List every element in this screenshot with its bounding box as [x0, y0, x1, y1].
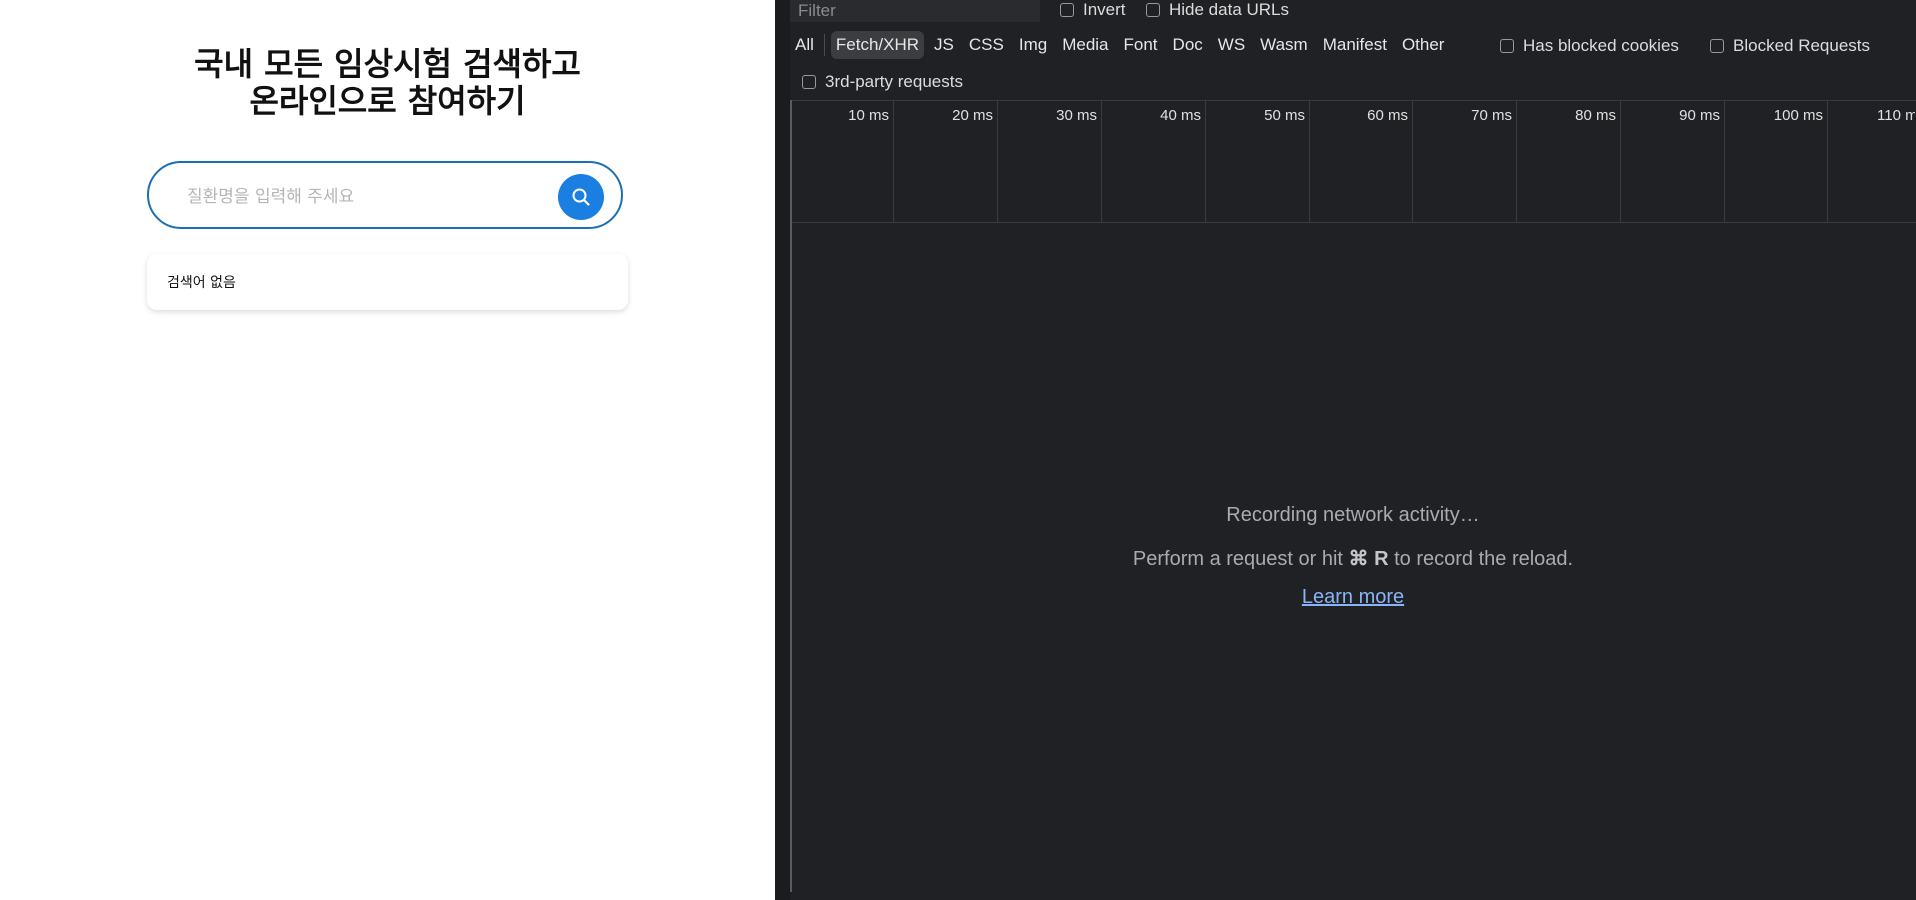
- type-img[interactable]: Img: [1014, 31, 1052, 59]
- timeline-tick-label: 70 ms: [1471, 107, 1512, 124]
- type-separator: [823, 34, 825, 56]
- page-title: 국내 모든 임상시험 검색하고 온라인으로 참여하기: [0, 46, 775, 120]
- type-doc[interactable]: Doc: [1168, 31, 1208, 59]
- timeline-tick: 110 ms: [1827, 101, 1915, 222]
- timeline-tick: 100 ms: [1724, 101, 1828, 222]
- reload-hint-prefix: Perform a request or hit: [1132, 548, 1349, 570]
- timeline-tick: 70 ms: [1412, 101, 1517, 222]
- resource-type-filter-bar: All Fetch/XHR JS CSS Img Media Font Doc …: [790, 31, 1454, 59]
- timeline-tick: 60 ms: [1309, 101, 1413, 222]
- timeline-tick: 10 ms: [790, 101, 894, 222]
- blocked-requests-checkbox[interactable]: Blocked Requests: [1710, 36, 1870, 56]
- timeline-tick: 80 ms: [1516, 101, 1621, 222]
- checkbox-box: [1060, 3, 1074, 17]
- pane-divider[interactable]: [775, 0, 790, 900]
- timeline-tick-label: 60 ms: [1367, 107, 1408, 124]
- type-all[interactable]: All: [790, 31, 819, 59]
- search-box: [147, 161, 623, 229]
- timeline-tick: 40 ms: [1101, 101, 1206, 222]
- page-title-line-2: 온라인으로 참여하기: [249, 82, 526, 120]
- search-input[interactable]: [185, 181, 529, 213]
- timeline-tick-label: 50 ms: [1264, 107, 1305, 124]
- checkbox-box: [802, 75, 816, 89]
- timeline-tick-label: 20 ms: [952, 107, 993, 124]
- type-other[interactable]: Other: [1397, 31, 1450, 59]
- timeline-tick: 20 ms: [893, 101, 998, 222]
- checkbox-box: [1710, 39, 1724, 53]
- has-blocked-cookies-label: Has blocked cookies: [1523, 36, 1679, 55]
- type-fetch-xhr[interactable]: Fetch/XHR: [830, 31, 925, 59]
- timeline-tick-label: 100 ms: [1773, 107, 1823, 124]
- learn-more-link[interactable]: Learn more: [790, 586, 1916, 609]
- filter-input[interactable]: [790, 0, 1040, 22]
- type-js[interactable]: JS: [929, 31, 959, 59]
- invert-checkbox[interactable]: Invert: [1060, 0, 1126, 20]
- timeline-tick-label: 10 ms: [848, 107, 889, 124]
- timeline-tick-label: 40 ms: [1160, 107, 1201, 124]
- reload-shortcut: ⌘ R: [1348, 548, 1389, 570]
- recording-message: Recording network activity…: [1226, 504, 1480, 526]
- hide-data-urls-checkbox[interactable]: Hide data URLs: [1146, 0, 1289, 20]
- network-timeline-overview[interactable]: 10 ms 20 ms 30 ms 40 ms 50 ms 60 ms 70 m…: [790, 100, 1916, 223]
- type-wasm[interactable]: Wasm: [1255, 31, 1313, 59]
- type-manifest[interactable]: Manifest: [1318, 31, 1392, 59]
- type-ws[interactable]: WS: [1213, 31, 1250, 59]
- timeline-tick: 50 ms: [1205, 101, 1310, 222]
- reload-hint-suffix: to record the reload.: [1388, 548, 1574, 570]
- search-results-dropdown: 검색어 없음: [147, 254, 628, 310]
- invert-label: Invert: [1083, 0, 1126, 19]
- checkbox-box: [1146, 3, 1160, 17]
- search-icon: [572, 188, 590, 206]
- checkbox-box: [1500, 39, 1514, 53]
- page-title-line-1: 국내 모든 임상시험 검색하고: [194, 45, 581, 83]
- type-css[interactable]: CSS: [964, 31, 1009, 59]
- third-party-requests-label: 3rd-party requests: [825, 72, 963, 91]
- requests-empty-state: Recording network activity… Perform a re…: [790, 222, 1916, 892]
- has-blocked-cookies-checkbox[interactable]: Has blocked cookies: [1500, 36, 1679, 56]
- timeline-tick-label: 80 ms: [1575, 107, 1616, 124]
- timeline-tick: 30 ms: [997, 101, 1102, 222]
- type-media[interactable]: Media: [1057, 31, 1113, 59]
- devtools-network-panel: Invert Hide data URLs All Fetch/XHR JS C…: [790, 0, 1916, 900]
- timeline-tick: 90 ms: [1620, 101, 1725, 222]
- app-pane: 국내 모든 임상시험 검색하고 온라인으로 참여하기 검색어 없음: [0, 0, 775, 900]
- third-party-requests-checkbox[interactable]: 3rd-party requests: [802, 72, 963, 92]
- type-font[interactable]: Font: [1119, 31, 1163, 59]
- search-button[interactable]: [558, 174, 604, 220]
- hide-data-urls-label: Hide data URLs: [1169, 0, 1290, 19]
- blocked-requests-label: Blocked Requests: [1733, 36, 1871, 55]
- timeline-tick-label: 90 ms: [1679, 107, 1720, 124]
- timeline-tick-label: 30 ms: [1056, 107, 1097, 124]
- no-results-text: 검색어 없음: [167, 275, 236, 291]
- reload-hint: Perform a request or hit ⌘ R to record t…: [790, 546, 1916, 571]
- timeline-tick-label: 110 ms: [1877, 107, 1915, 124]
